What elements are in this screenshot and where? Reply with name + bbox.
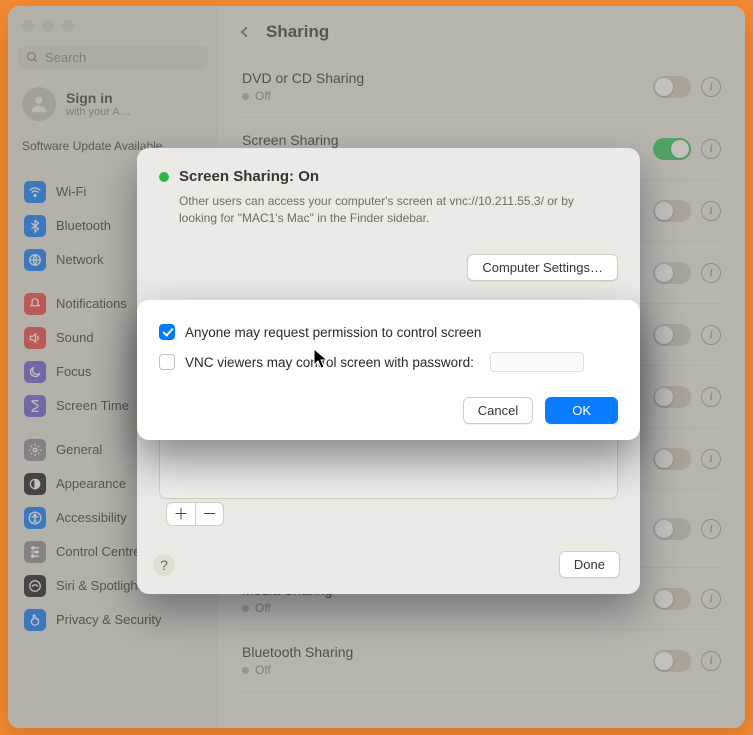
vnc-password-field[interactable] [490, 352, 584, 372]
remove-button[interactable]: － [195, 503, 223, 525]
help-button[interactable]: ? [153, 554, 175, 576]
anyone-request-checkbox[interactable] [159, 324, 175, 340]
ok-button[interactable]: OK [545, 397, 618, 424]
done-button[interactable]: Done [559, 551, 620, 578]
vnc-password-checkbox[interactable] [159, 354, 175, 370]
computer-settings-button[interactable]: Computer Settings… [467, 254, 618, 281]
status-dot-icon [159, 172, 169, 182]
computer-settings-dialog: Anyone may request permission to control… [137, 300, 640, 440]
settings-window: Search Sign in with your A… Software Upd… [8, 6, 745, 728]
sheet-title: Screen Sharing: On [179, 168, 319, 185]
anyone-request-label: Anyone may request permission to control… [185, 325, 481, 340]
add-button[interactable]: ＋ [167, 503, 195, 525]
sheet-description: Other users can access your computer's s… [179, 193, 609, 228]
vnc-password-row[interactable]: VNC viewers may control screen with pass… [159, 352, 618, 372]
anyone-request-row[interactable]: Anyone may request permission to control… [159, 324, 618, 340]
add-remove-controls: ＋ － [166, 502, 224, 526]
vnc-password-label: VNC viewers may control screen with pass… [185, 355, 474, 370]
cancel-button[interactable]: Cancel [463, 397, 533, 424]
